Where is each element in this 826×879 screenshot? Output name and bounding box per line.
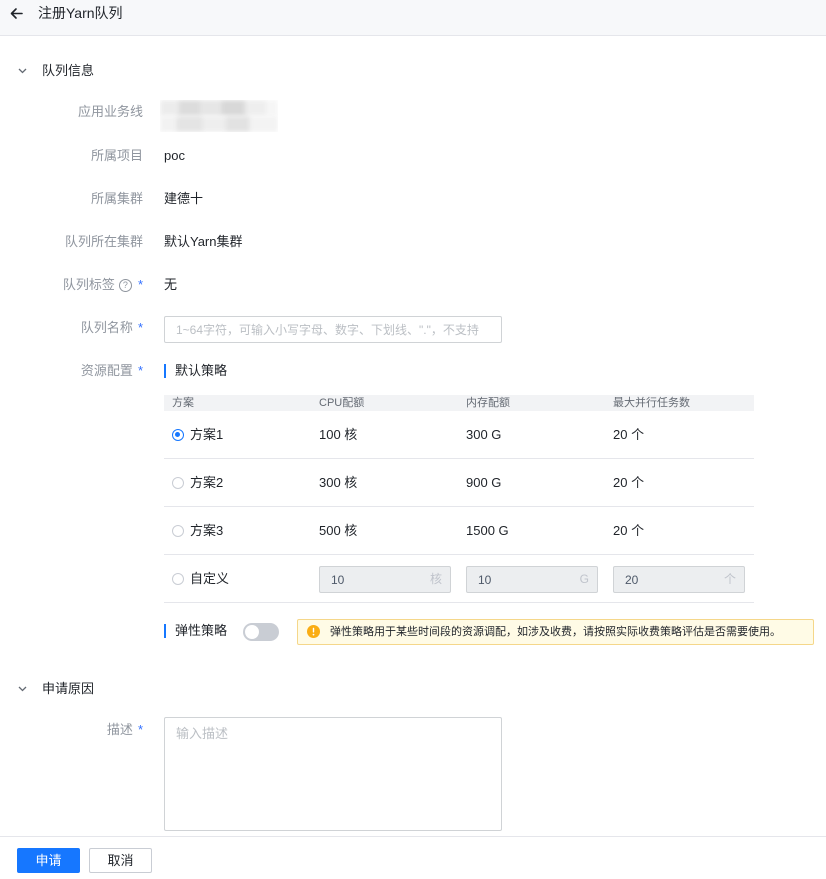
unit-suffix: 核: [429, 572, 442, 586]
column-header-plan: 方案: [172, 397, 194, 409]
section-queue-info-toggle[interactable]: 队列信息: [14, 61, 124, 81]
page-title: 注册Yarn队列: [38, 5, 123, 21]
elastic-policy-label: 弹性策略: [175, 623, 228, 638]
default-policy-title: 默认策略: [175, 363, 228, 378]
plan-option-2[interactable]: 方案2: [172, 473, 223, 493]
cluster-label: 所属集群: [20, 189, 143, 209]
chevron-down-icon: [18, 686, 27, 692]
label-text: 队列名称: [80, 320, 133, 335]
warning-circle-icon: [307, 625, 320, 638]
custom-memory-field: G: [466, 566, 598, 593]
required-mark: *: [137, 722, 143, 737]
radio-button[interactable]: [172, 429, 184, 441]
submit-button[interactable]: 申请: [17, 848, 80, 873]
elastic-accent-bar: [164, 624, 166, 638]
cpu-quota: 100 核: [319, 427, 358, 442]
label-text: 所属项目: [90, 148, 143, 163]
description-textarea[interactable]: [164, 717, 502, 831]
queue-cluster-value: 默认Yarn集群: [164, 234, 243, 249]
cpu-quota: 300 核: [319, 475, 358, 490]
section-title: 申请原因: [42, 681, 95, 696]
cancel-button[interactable]: 取消: [89, 848, 152, 873]
policy-accent-bar: [164, 364, 166, 378]
warning-text: 弹性策略用于某些时间段的资源调配，如涉及收费，请按照实际收费策略评估是否需要使用…: [330, 626, 781, 638]
help-icon[interactable]: ?: [118, 278, 132, 292]
table-row-custom: 自定义 核 G 个: [164, 555, 754, 603]
project-value: poc: [164, 148, 185, 163]
plan-name[interactable]: 方案1: [190, 425, 223, 445]
page-header: 注册Yarn队列: [0, 0, 826, 36]
queue-name-label: 队列名称 *: [20, 318, 143, 338]
required-mark: *: [137, 277, 143, 292]
column-header-cpu: CPU配额: [319, 397, 365, 409]
queue-cluster-label: 队列所在集群: [20, 232, 143, 252]
table-row: 方案2 300 核 900 G 20 个: [164, 459, 754, 507]
table-row: 方案3 500 核 1500 G 20 个: [164, 507, 754, 555]
plan-name[interactable]: 方案2: [190, 473, 223, 493]
memory-quota: 900 G: [466, 475, 502, 490]
resource-plan-table: 方案 CPU配额 内存配额 最大并行任务数 方案1 100 核 300 G 20…: [164, 395, 754, 603]
project-label: 所属项目: [20, 146, 143, 166]
toggle-knob: [245, 625, 259, 639]
memory-quota: 300 G: [466, 427, 502, 442]
label-text: 应用业务线: [77, 104, 143, 119]
queue-tag-label: 队列标签 ? *: [20, 275, 143, 295]
custom-max-tasks-field: 个: [613, 566, 745, 593]
section-apply-reason-toggle[interactable]: 申请原因: [14, 679, 124, 699]
plan-option-custom[interactable]: 自定义: [172, 569, 229, 589]
max-tasks: 20 个: [613, 475, 645, 490]
radio-button[interactable]: [172, 525, 184, 537]
label-text: 所属集群: [90, 191, 143, 206]
max-tasks: 20 个: [613, 523, 645, 538]
resource-config-label: 资源配置 *: [20, 361, 143, 381]
column-header-max-tasks: 最大并行任务数: [613, 397, 690, 409]
required-mark: *: [137, 363, 143, 378]
plan-name[interactable]: 自定义: [190, 569, 229, 589]
back-button[interactable]: [9, 6, 23, 20]
page-footer: 申请 取消: [0, 836, 826, 879]
cluster-value: 建德十: [164, 191, 204, 206]
plan-name[interactable]: 方案3: [190, 521, 223, 541]
radio-button[interactable]: [172, 573, 184, 585]
queue-name-input[interactable]: [164, 316, 502, 343]
custom-cpu-field: 核: [319, 566, 451, 593]
column-header-memory: 内存配额: [466, 397, 510, 409]
plan-option-3[interactable]: 方案3: [172, 521, 223, 541]
elastic-warning-alert: 弹性策略用于某些时间段的资源调配，如涉及收费，请按照实际收费策略评估是否需要使用…: [297, 619, 814, 645]
table-row: 方案1 100 核 300 G 20 个: [164, 411, 754, 459]
label-text: 描述: [106, 722, 133, 737]
table-header-row: 方案 CPU配额 内存配额 最大并行任务数: [164, 395, 754, 411]
radio-button[interactable]: [172, 477, 184, 489]
section-title: 队列信息: [42, 63, 95, 78]
label-text: 队列标签: [62, 277, 115, 292]
arrow-left-icon: [10, 7, 23, 20]
queue-tag-value: 无: [164, 277, 178, 292]
label-text: 队列所在集群: [64, 234, 143, 249]
plan-option-1[interactable]: 方案1: [172, 425, 223, 445]
unit-suffix: 个: [723, 572, 736, 586]
memory-quota: 1500 G: [466, 523, 509, 538]
required-mark: *: [137, 320, 143, 335]
chevron-down-icon: [18, 68, 27, 74]
max-tasks: 20 个: [613, 427, 645, 442]
label-text: 资源配置: [80, 363, 133, 378]
unit-suffix: G: [579, 572, 589, 586]
cpu-quota: 500 核: [319, 523, 358, 538]
business-line-label: 应用业务线: [20, 102, 143, 122]
elastic-policy-toggle[interactable]: [243, 623, 279, 641]
description-label: 描述 *: [20, 720, 143, 740]
custom-memory-input[interactable]: [467, 567, 597, 592]
business-line-value: [160, 100, 278, 132]
